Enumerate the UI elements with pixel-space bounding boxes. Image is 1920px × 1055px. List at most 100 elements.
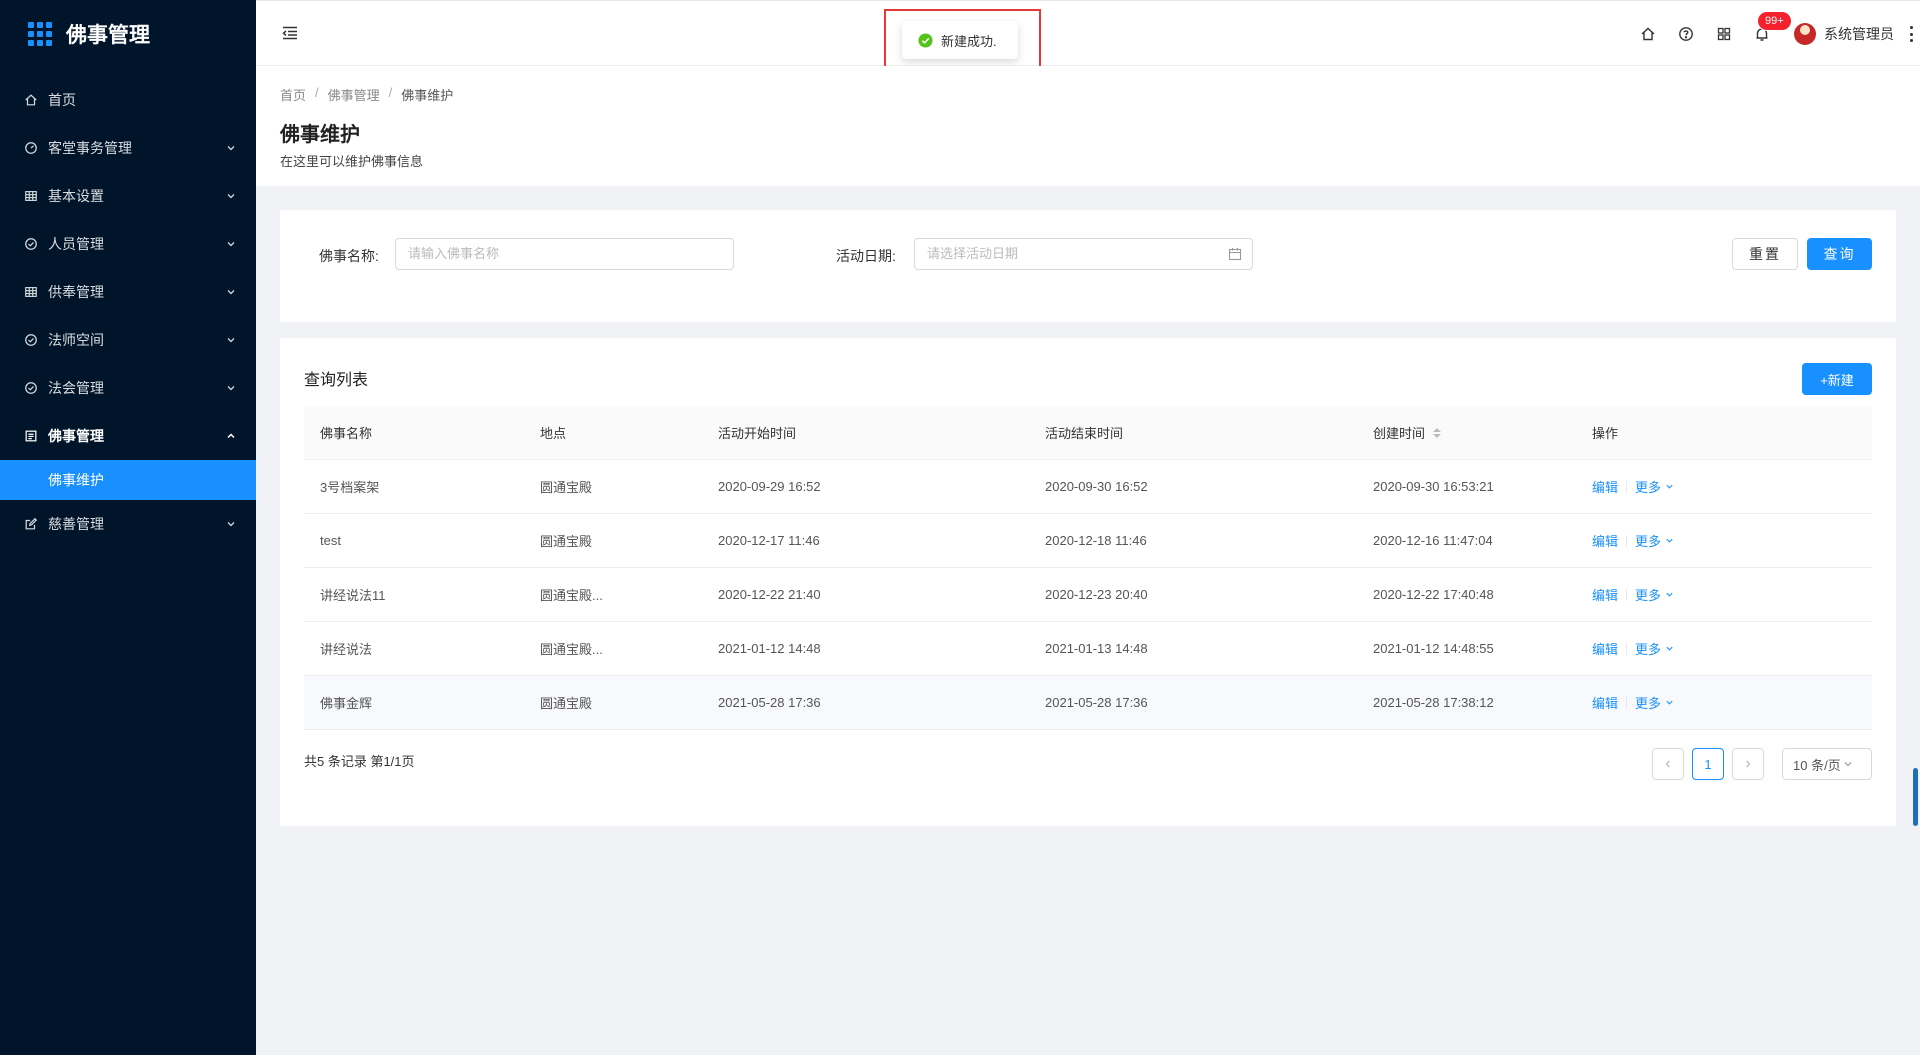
column-header-place: 地点 — [540, 426, 567, 441]
edit-link[interactable]: 编辑 — [1592, 639, 1618, 658]
more-link[interactable]: 更多 — [1635, 585, 1661, 604]
avatar[interactable] — [1794, 23, 1816, 45]
cell-start: 2020-09-29 16:52 — [718, 479, 821, 494]
reset-button[interactable]: 重置 — [1732, 238, 1798, 270]
breadcrumb-home[interactable]: 首页 — [280, 85, 306, 104]
cell-start: 2021-01-12 14:48 — [718, 641, 821, 656]
cell-end: 2020-09-30 16:52 — [1045, 479, 1148, 494]
sidebar-item-offerings[interactable]: 供奉管理 — [0, 268, 256, 316]
date-picker[interactable]: 请选择活动日期 — [914, 238, 1253, 270]
cell-place: 圆通宝殿 — [540, 480, 593, 495]
breadcrumb-separator: / — [315, 85, 319, 100]
cell-name: 讲经说法 — [320, 642, 373, 657]
date-label: 活动日期: — [836, 248, 896, 264]
list-title: 查询列表 — [304, 372, 369, 389]
cell-place: 圆通宝殿... — [540, 588, 603, 603]
more-vertical-icon[interactable] — [1910, 26, 1914, 42]
chevron-down-icon[interactable] — [1665, 590, 1674, 599]
page-title: 佛事维护 — [280, 124, 360, 146]
user-name[interactable]: 系统管理员 — [1824, 24, 1894, 44]
home-icon[interactable] — [1640, 26, 1656, 42]
breadcrumb-current: 佛事维护 — [401, 88, 454, 103]
home-icon — [24, 93, 38, 107]
header-actions: 99+ 系统管理员 — [1640, 1, 1920, 67]
form-icon — [24, 517, 38, 531]
sort-icon[interactable] — [1433, 427, 1442, 438]
query-button[interactable]: 查询 — [1807, 238, 1872, 270]
cell-end: 2020-12-18 11:46 — [1045, 533, 1147, 548]
check-circle-icon — [24, 381, 38, 395]
edit-link[interactable]: 编辑 — [1592, 531, 1618, 550]
page-header: 首页 / 佛事管理 / 佛事维护 佛事维护 在这里可以维护佛事信息 — [256, 66, 1920, 186]
cell-created: 2020-09-30 16:53:21 — [1373, 479, 1494, 494]
edit-link[interactable]: 编辑 — [1592, 693, 1618, 712]
new-button[interactable]: +新建 — [1802, 363, 1872, 395]
action-divider — [1626, 588, 1628, 601]
prev-page-button[interactable] — [1652, 748, 1684, 780]
page-button-current[interactable]: 1 — [1692, 748, 1724, 780]
question-circle-icon[interactable] — [1678, 26, 1694, 42]
appstore-icon[interactable] — [1716, 26, 1732, 42]
notification-badge: 99+ — [1758, 12, 1791, 30]
logo[interactable]: 佛事管理 — [0, 0, 256, 68]
cell-created: 2021-01-12 14:48:55 — [1373, 641, 1494, 656]
edit-link[interactable]: 编辑 — [1592, 477, 1618, 496]
sidebar-menu: 首页 客堂事务管理 基本设置 人员管理 供奉管理 法师空间 法会管理 佛事管理 … — [0, 76, 256, 548]
chevron-down-icon[interactable] — [1665, 482, 1674, 491]
more-link[interactable]: 更多 — [1635, 639, 1661, 658]
breadcrumb-buddhist-affairs[interactable]: 佛事管理 — [328, 85, 380, 104]
sidebar-item-master-space[interactable]: 法师空间 — [0, 316, 256, 364]
action-divider — [1626, 642, 1628, 655]
cell-actions: 编辑 更多 — [1576, 693, 1872, 712]
sidebar-item-buddhist-affairs[interactable]: 佛事管理 — [0, 412, 256, 460]
next-page-button[interactable] — [1732, 748, 1764, 780]
chevron-down-icon — [226, 335, 236, 345]
table-row: 3号档案架 圆通宝殿 2020-09-29 16:52 2020-09-30 1… — [304, 460, 1872, 514]
action-divider — [1626, 534, 1628, 547]
more-link[interactable]: 更多 — [1635, 531, 1661, 550]
calendar-icon — [1228, 248, 1242, 261]
cell-actions: 编辑 更多 — [1576, 477, 1872, 496]
action-divider — [1626, 696, 1628, 709]
chevron-down-icon[interactable] — [1665, 644, 1674, 653]
search-form: 佛事名称: 请输入佛事名称 活动日期: 请选择活动日期 重置 查询 — [280, 210, 1896, 322]
app-title: 佛事管理 — [66, 24, 150, 47]
sidebar-item-dharma-assembly[interactable]: 法会管理 — [0, 364, 256, 412]
edit-link[interactable]: 编辑 — [1592, 585, 1618, 604]
column-header-end: 活动结束时间 — [1045, 426, 1124, 441]
chevron-down-icon[interactable] — [1665, 698, 1674, 707]
toast-message: 新建成功. — [941, 33, 997, 49]
cell-end: 2020-12-23 20:40 — [1045, 587, 1148, 602]
name-input[interactable]: 请输入佛事名称 — [395, 238, 734, 270]
more-link[interactable]: 更多 — [1635, 477, 1661, 496]
cell-place: 圆通宝殿 — [540, 534, 593, 549]
scrollbar-thumb[interactable] — [1913, 768, 1918, 826]
cell-place: 圆通宝殿 — [540, 696, 593, 711]
sidebar-item-reception[interactable]: 客堂事务管理 — [0, 124, 256, 172]
sidebar-item-charity[interactable]: 慈善管理 — [0, 500, 256, 548]
sidebar-item-personnel[interactable]: 人员管理 — [0, 220, 256, 268]
page-size-select[interactable]: 10 条/页 — [1782, 748, 1872, 780]
menu-fold-icon[interactable] — [280, 23, 300, 43]
cell-start: 2020-12-22 21:40 — [718, 587, 821, 602]
sidebar-item-home[interactable]: 首页 — [0, 76, 256, 124]
chevron-up-icon — [226, 431, 236, 441]
sidebar-subitem-buddhist-maintenance[interactable]: 佛事维护 — [0, 460, 256, 500]
breadcrumb-separator: / — [388, 85, 393, 100]
check-circle-icon — [24, 237, 38, 251]
name-label: 佛事名称: — [319, 248, 379, 264]
column-header-created[interactable]: 创建时间 — [1357, 423, 1576, 442]
table-row: 佛事金辉 圆通宝殿 2021-05-28 17:36 2021-05-28 17… — [304, 676, 1872, 730]
cell-start: 2020-12-17 11:46 — [718, 533, 820, 548]
table-row: 讲经说法11 圆通宝殿... 2020-12-22 21:40 2020-12-… — [304, 568, 1872, 622]
sidebar-item-basic-settings[interactable]: 基本设置 — [0, 172, 256, 220]
column-header-name: 佛事名称 — [320, 426, 373, 441]
cell-actions: 编辑 更多 — [1576, 531, 1872, 550]
cell-name: 佛事金辉 — [320, 696, 373, 711]
page-description: 在这里可以维护佛事信息 — [280, 154, 424, 169]
date-placeholder: 请选择活动日期 — [927, 246, 1019, 261]
more-link[interactable]: 更多 — [1635, 693, 1661, 712]
notification-bell[interactable]: 99+ — [1754, 12, 1791, 42]
cell-created: 2020-12-22 17:40:48 — [1373, 587, 1494, 602]
chevron-down-icon[interactable] — [1665, 536, 1674, 545]
